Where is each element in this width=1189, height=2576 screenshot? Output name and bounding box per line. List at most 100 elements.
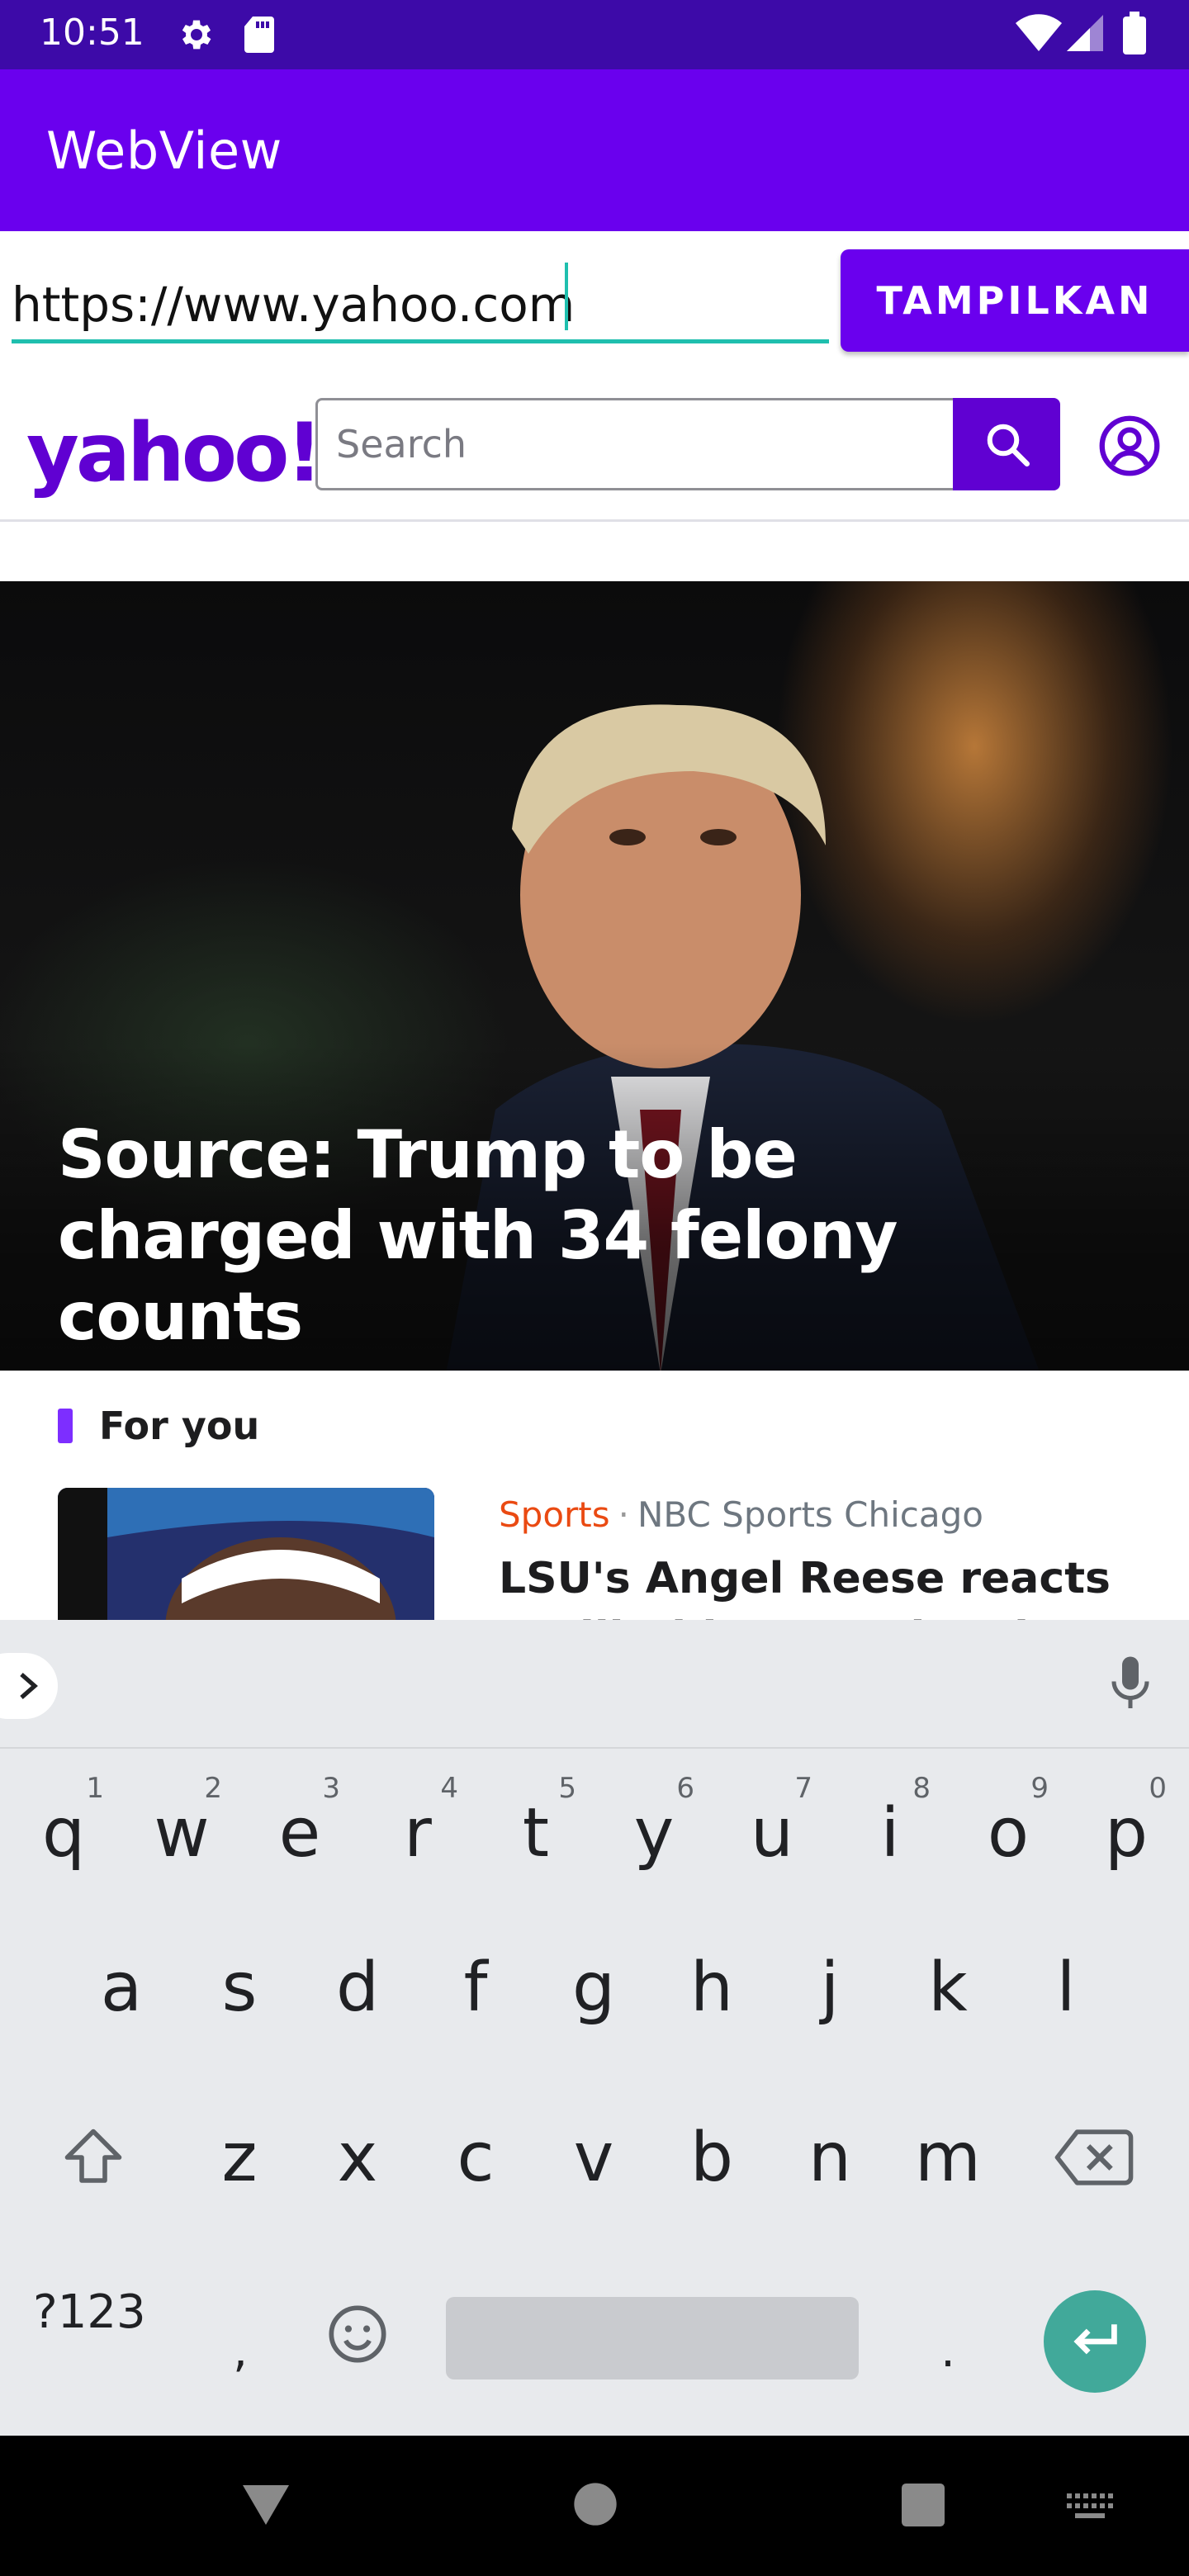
key-hint: 5	[558, 1772, 576, 1805]
search-icon	[983, 419, 1032, 473]
signal-icon	[1065, 13, 1105, 57]
profile-icon[interactable]	[1098, 414, 1161, 477]
key-v[interactable]: v	[540, 2087, 647, 2228]
backspace-key[interactable]	[1040, 2087, 1148, 2228]
key-label: m	[915, 2118, 981, 2197]
key-z[interactable]: z	[186, 2087, 293, 2228]
key-hint: 3	[322, 1772, 340, 1805]
key-label: o	[987, 1793, 1030, 1873]
story-meta: Sports · NBC Sports Chicago	[499, 1494, 983, 1535]
key-t[interactable]: 5t	[482, 1749, 590, 1889]
key-u[interactable]: 7u	[718, 1749, 826, 1889]
story-source: NBC Sports Chicago	[637, 1494, 983, 1535]
key-label: z	[221, 2118, 258, 2197]
key-g[interactable]: g	[540, 1917, 647, 2057]
key-j[interactable]: j	[776, 1917, 883, 2057]
key-i[interactable]: 8i	[836, 1749, 944, 1889]
key-h[interactable]: h	[658, 1917, 765, 2057]
status-time: 10:51	[40, 12, 144, 54]
space-key[interactable]	[446, 2297, 859, 2379]
key-label: j	[820, 1948, 840, 2027]
key-label: x	[337, 2118, 378, 2197]
yahoo-header: yahoo!	[0, 363, 1189, 522]
key-label: f	[463, 1948, 488, 2027]
recents-icon[interactable]	[902, 2484, 945, 2531]
webview-content[interactable]: yahoo! Source: Trump to be charged with …	[0, 363, 1189, 1622]
soft-keyboard: 1q 2w 3e 4r 5t 6y 7u 8i 9o 0p a s d f g …	[0, 1620, 1189, 2436]
enter-key[interactable]	[1044, 2290, 1146, 2393]
emoji-key[interactable]	[304, 2264, 411, 2404]
url-input[interactable]	[12, 244, 829, 343]
key-x[interactable]: x	[304, 2087, 411, 2228]
key-label: g	[571, 1948, 616, 2027]
key-o[interactable]: 9o	[955, 1749, 1062, 1889]
key-hint: 1	[86, 1772, 104, 1805]
key-label: v	[573, 2118, 614, 2197]
yahoo-logo[interactable]: yahoo!	[26, 406, 323, 500]
key-q[interactable]: 1q	[10, 1749, 117, 1889]
period-key[interactable]: .	[894, 2264, 1002, 2404]
story-thumbnail[interactable]	[58, 1488, 434, 1622]
key-r[interactable]: 4r	[364, 1749, 471, 1889]
story-category[interactable]: Sports	[499, 1494, 610, 1535]
key-s[interactable]: s	[186, 1917, 293, 2057]
hero-headline[interactable]: Source: Trump to be charged with 34 felo…	[58, 1115, 1049, 1357]
key-k[interactable]: k	[894, 1917, 1002, 2057]
story-title[interactable]: LSU's Angel Reese reacts to Jill Biden's…	[499, 1549, 1151, 1622]
key-label: s	[221, 1948, 258, 2027]
key-label: h	[690, 1948, 733, 2027]
show-button[interactable]: TAMPILKAN	[841, 249, 1189, 352]
key-hint: 7	[794, 1772, 812, 1805]
key-label: ,	[233, 2323, 248, 2378]
key-label: r	[404, 1793, 432, 1873]
app-bar: WebView	[0, 69, 1189, 231]
key-hint: 4	[440, 1772, 458, 1805]
key-label: .	[940, 2323, 955, 2378]
key-d[interactable]: d	[304, 1917, 411, 2057]
key-label: e	[278, 1793, 321, 1873]
home-icon[interactable]	[573, 2482, 618, 2531]
key-label: t	[522, 1793, 550, 1873]
key-l[interactable]: l	[1012, 1917, 1120, 2057]
emoji-icon	[329, 2305, 386, 2363]
for-you-section: For you Sports · NBC Sports Chicago LSU's …	[0, 1371, 1189, 1622]
section-title: For you	[99, 1404, 260, 1448]
shift-icon	[64, 2129, 122, 2183]
key-e[interactable]: 3e	[246, 1749, 353, 1889]
key-w[interactable]: 2w	[128, 1749, 235, 1889]
back-icon[interactable]	[241, 2482, 291, 2532]
section-accent-bar	[58, 1409, 73, 1443]
text-caret	[565, 263, 568, 330]
backspace-icon	[1054, 2129, 1134, 2185]
key-label: a	[100, 1948, 143, 2027]
key-label: l	[1056, 1948, 1076, 2027]
shift-key[interactable]	[40, 2087, 147, 2228]
yahoo-search-input[interactable]	[315, 398, 955, 490]
comma-key[interactable]: ,	[187, 2264, 294, 2404]
key-b[interactable]: b	[658, 2087, 765, 2228]
hero-story[interactable]: Source: Trump to be charged with 34 felo…	[0, 581, 1189, 1374]
key-p[interactable]: 0p	[1073, 1749, 1180, 1889]
key-label: u	[751, 1793, 793, 1873]
symbols-key[interactable]: ?123	[33, 2285, 146, 2339]
key-label: p	[1104, 1793, 1149, 1873]
wifi-icon	[1016, 13, 1062, 57]
key-y[interactable]: 6y	[600, 1749, 708, 1889]
yahoo-search-button[interactable]	[953, 398, 1060, 490]
key-label: b	[689, 2118, 734, 2197]
key-c[interactable]: c	[422, 2087, 529, 2228]
key-n[interactable]: n	[776, 2087, 883, 2228]
expand-chevron-icon[interactable]	[0, 1653, 58, 1719]
key-f[interactable]: f	[422, 1917, 529, 2057]
key-hint: 6	[676, 1772, 694, 1805]
navigation-bar	[0, 2436, 1189, 2576]
sd-card-icon	[243, 15, 276, 59]
key-a[interactable]: a	[68, 1917, 175, 2057]
key-m[interactable]: m	[894, 2087, 1002, 2228]
key-label: w	[154, 1793, 210, 1873]
mic-icon[interactable]	[1110, 1655, 1151, 1721]
app-title: WebView	[46, 121, 282, 181]
key-hint: 9	[1030, 1772, 1049, 1805]
keyboard-switch-icon[interactable]	[1065, 2490, 1113, 2527]
enter-icon	[1073, 2324, 1117, 2355]
